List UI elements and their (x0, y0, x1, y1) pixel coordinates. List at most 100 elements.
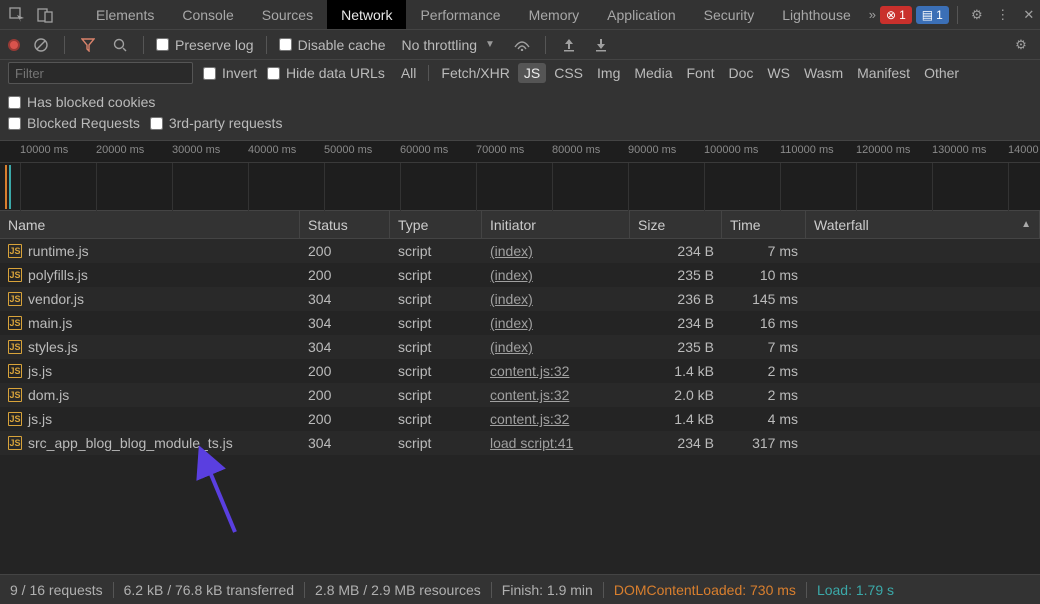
col-waterfall[interactable]: Waterfall▲ (806, 211, 1040, 238)
request-initiator[interactable]: load script:41 (490, 435, 573, 451)
col-size[interactable]: Size (630, 211, 722, 238)
request-status: 200 (300, 267, 390, 283)
preserve-log-checkbox[interactable]: Preserve log (156, 37, 254, 53)
tab-console[interactable]: Console (168, 0, 247, 29)
table-row[interactable]: JSjs.js200scriptcontent.js:321.4 kB2 ms (0, 359, 1040, 383)
clear-icon[interactable] (30, 34, 52, 56)
js-file-icon: JS (8, 388, 22, 402)
request-initiator[interactable]: (index) (490, 339, 533, 355)
timeline-tick: 90000 ms (628, 144, 676, 156)
timeline-tick: 100000 ms (704, 144, 758, 156)
request-size: 1.4 kB (630, 411, 722, 427)
js-file-icon: JS (8, 340, 22, 354)
filter-type-img[interactable]: Img (591, 63, 626, 83)
more-tabs-icon[interactable]: » (865, 7, 880, 22)
request-status: 200 (300, 243, 390, 259)
tab-application[interactable]: Application (593, 0, 690, 29)
filter-type-doc[interactable]: Doc (723, 63, 760, 83)
table-row[interactable]: JSpolyfills.js200script(index)235 B10 ms (0, 263, 1040, 287)
filter-type-wasm[interactable]: Wasm (798, 63, 849, 83)
col-name[interactable]: Name (0, 211, 300, 238)
filter-type-other[interactable]: Other (918, 63, 965, 83)
tab-performance[interactable]: Performance (406, 0, 514, 29)
request-initiator[interactable]: (index) (490, 315, 533, 331)
request-initiator[interactable]: (index) (490, 243, 533, 259)
devtools-tabs-bar: ElementsConsoleSourcesNetworkPerformance… (0, 0, 1040, 30)
filter-input[interactable] (8, 62, 193, 84)
filter-type-font[interactable]: Font (681, 63, 721, 83)
request-status: 304 (300, 315, 390, 331)
tab-lighthouse[interactable]: Lighthouse (768, 0, 865, 29)
table-row[interactable]: JSsrc_app_blog_blog_module_ts.js304scrip… (0, 431, 1040, 455)
close-icon[interactable]: ✕ (1018, 4, 1040, 26)
errors-badge[interactable]: ⊗1 (880, 6, 912, 24)
tab-network[interactable]: Network (327, 0, 406, 29)
settings-icon[interactable]: ⚙ (966, 4, 988, 26)
tab-security[interactable]: Security (690, 0, 769, 29)
disable-cache-checkbox[interactable]: Disable cache (279, 37, 386, 53)
filter-type-manifest[interactable]: Manifest (851, 63, 916, 83)
table-row[interactable]: JSvendor.js304script(index)236 B145 ms (0, 287, 1040, 311)
request-type: script (390, 267, 482, 283)
timeline-tick: 130000 ms (932, 144, 986, 156)
request-name: runtime.js (28, 243, 89, 259)
request-status: 304 (300, 291, 390, 307)
inspect-icon[interactable] (6, 4, 28, 26)
table-row[interactable]: JSjs.js200scriptcontent.js:321.4 kB4 ms (0, 407, 1040, 431)
third-party-checkbox[interactable]: 3rd-party requests (150, 115, 283, 131)
filter-icon[interactable] (77, 34, 99, 56)
device-icon[interactable] (34, 4, 56, 26)
request-name: src_app_blog_blog_module_ts.js (28, 435, 233, 451)
filter-type-media[interactable]: Media (628, 63, 678, 83)
hide-dataurls-checkbox[interactable]: Hide data URLs (267, 65, 385, 81)
messages-badge[interactable]: ▤1 (916, 6, 949, 24)
request-initiator[interactable]: content.js:32 (490, 411, 569, 427)
tab-sources[interactable]: Sources (248, 0, 327, 29)
request-initiator[interactable]: content.js:32 (490, 387, 569, 403)
panel-settings-icon[interactable]: ⚙ (1010, 34, 1032, 56)
kebab-icon[interactable]: ⋮ (992, 4, 1014, 26)
table-row[interactable]: JSruntime.js200script(index)234 B7 ms (0, 239, 1040, 263)
tab-memory[interactable]: Memory (515, 0, 594, 29)
throttling-select[interactable]: No throttling▼ (396, 37, 501, 53)
request-name: js.js (28, 411, 52, 427)
timeline-tick: 40000 ms (248, 144, 296, 156)
upload-icon[interactable] (558, 34, 580, 56)
js-file-icon: JS (8, 244, 22, 258)
table-row[interactable]: JSmain.js304script(index)234 B16 ms (0, 311, 1040, 335)
invert-checkbox[interactable]: Invert (203, 65, 257, 81)
filter-type-css[interactable]: CSS (548, 63, 589, 83)
transferred-size: 6.2 kB / 76.8 kB transferred (124, 582, 294, 598)
record-button[interactable] (8, 39, 20, 51)
request-type: script (390, 387, 482, 403)
col-status[interactable]: Status (300, 211, 390, 238)
filter-type-fetchxhr[interactable]: Fetch/XHR (435, 63, 515, 83)
request-initiator[interactable]: content.js:32 (490, 363, 569, 379)
table-row[interactable]: JSstyles.js304script(index)235 B7 ms (0, 335, 1040, 359)
request-time: 317 ms (722, 435, 806, 451)
network-conditions-icon[interactable] (511, 34, 533, 56)
annotation-arrow (195, 452, 255, 545)
timeline-overview[interactable]: 10000 ms20000 ms30000 ms40000 ms50000 ms… (0, 141, 1040, 211)
blocked-cookies-checkbox[interactable]: Has blocked cookies (8, 94, 155, 110)
blocked-requests-checkbox[interactable]: Blocked Requests (8, 115, 140, 131)
filter-type-js[interactable]: JS (518, 63, 546, 83)
col-time[interactable]: Time (722, 211, 806, 238)
col-initiator[interactable]: Initiator (482, 211, 630, 238)
search-icon[interactable] (109, 34, 131, 56)
request-type: script (390, 339, 482, 355)
tab-elements[interactable]: Elements (82, 0, 168, 29)
js-file-icon: JS (8, 436, 22, 450)
request-initiator[interactable]: (index) (490, 267, 533, 283)
js-file-icon: JS (8, 268, 22, 282)
filter-type-ws[interactable]: WS (761, 63, 796, 83)
col-type[interactable]: Type (390, 211, 482, 238)
request-time: 145 ms (722, 291, 806, 307)
filter-type-all[interactable]: All (395, 63, 423, 83)
table-row[interactable]: JSdom.js200scriptcontent.js:322.0 kB2 ms (0, 383, 1040, 407)
request-name: dom.js (28, 387, 69, 403)
request-type: script (390, 315, 482, 331)
request-status: 304 (300, 339, 390, 355)
download-icon[interactable] (590, 34, 612, 56)
request-initiator[interactable]: (index) (490, 291, 533, 307)
